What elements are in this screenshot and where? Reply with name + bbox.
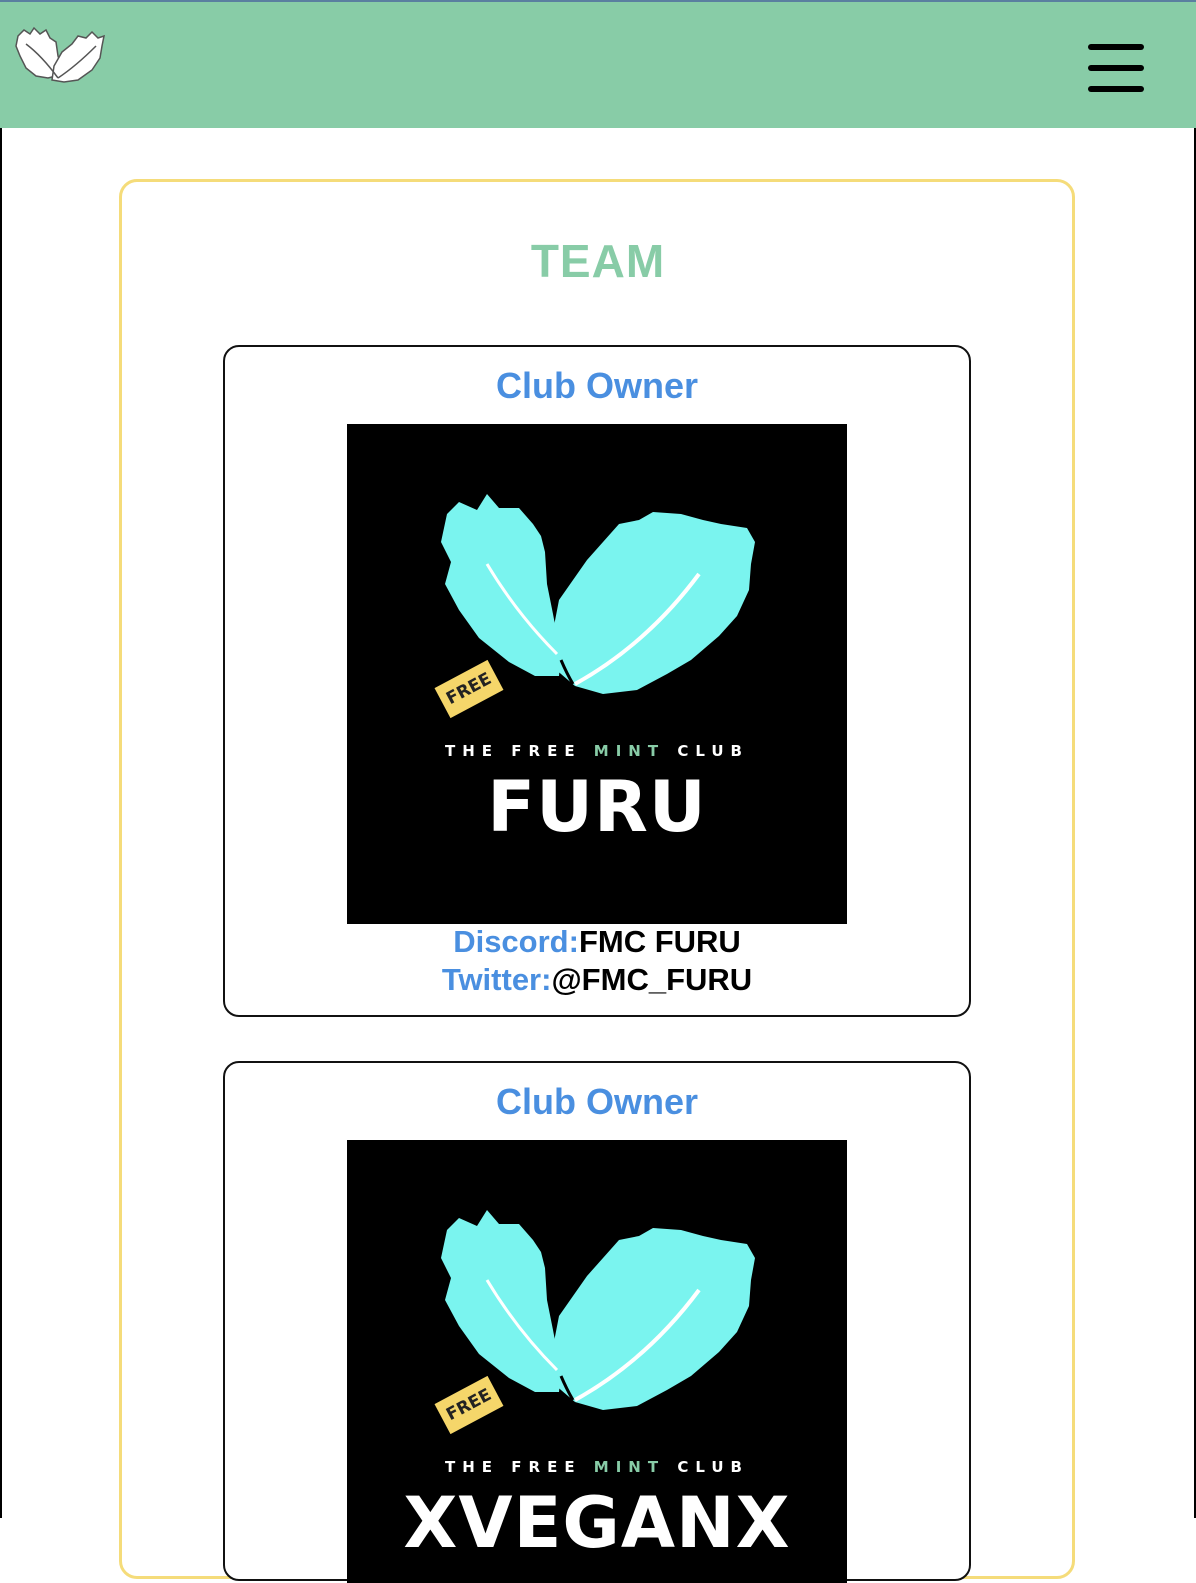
brand-suffix: CLUB	[665, 1458, 749, 1476]
twitter-line: Twitter:@FMC_FURU	[225, 962, 969, 998]
brand-suffix: CLUB	[665, 742, 749, 760]
member-handle: FURU	[487, 766, 707, 848]
member-role: Club Owner	[495, 365, 698, 406]
brand-prefix: THE FREE	[445, 742, 594, 760]
mint-leaves-icon	[441, 494, 755, 694]
discord-value[interactable]: FMC FURU	[579, 924, 741, 959]
site-header	[0, 0, 1196, 128]
member-avatar: FREE THE FREE MINT CLUB FURU	[347, 424, 847, 924]
brand-mint: MINT	[593, 1458, 666, 1476]
team-member-card: Club Owner FREE THE FREE MINT CLUB XVEGA…	[223, 1061, 971, 1583]
team-member-card: Club Owner FREE THE FREE MINT CLUB FURU …	[223, 345, 971, 1017]
brand-line: THE FREE MINT CLUB	[347, 742, 847, 760]
brand-mint: MINT	[593, 742, 666, 760]
member-handle: XVEGANX	[403, 1482, 791, 1564]
discord-line: Discord:FMC FURU	[225, 924, 969, 960]
window-edge-left	[0, 128, 2, 1518]
brand-prefix: THE FREE	[445, 1458, 594, 1476]
hamburger-menu-icon[interactable]	[1086, 42, 1146, 94]
mint-leaves-icon[interactable]	[12, 22, 106, 88]
member-avatar: FREE THE FREE MINT CLUB XVEGANX	[347, 1140, 847, 1583]
twitter-value[interactable]: @FMC_FURU	[551, 962, 752, 997]
discord-label: Discord:	[453, 924, 579, 959]
brand-line: THE FREE MINT CLUB	[347, 1458, 847, 1476]
team-title: TEAM	[530, 235, 666, 287]
member-role: Club Owner	[495, 1081, 698, 1122]
twitter-label: Twitter:	[441, 962, 552, 997]
